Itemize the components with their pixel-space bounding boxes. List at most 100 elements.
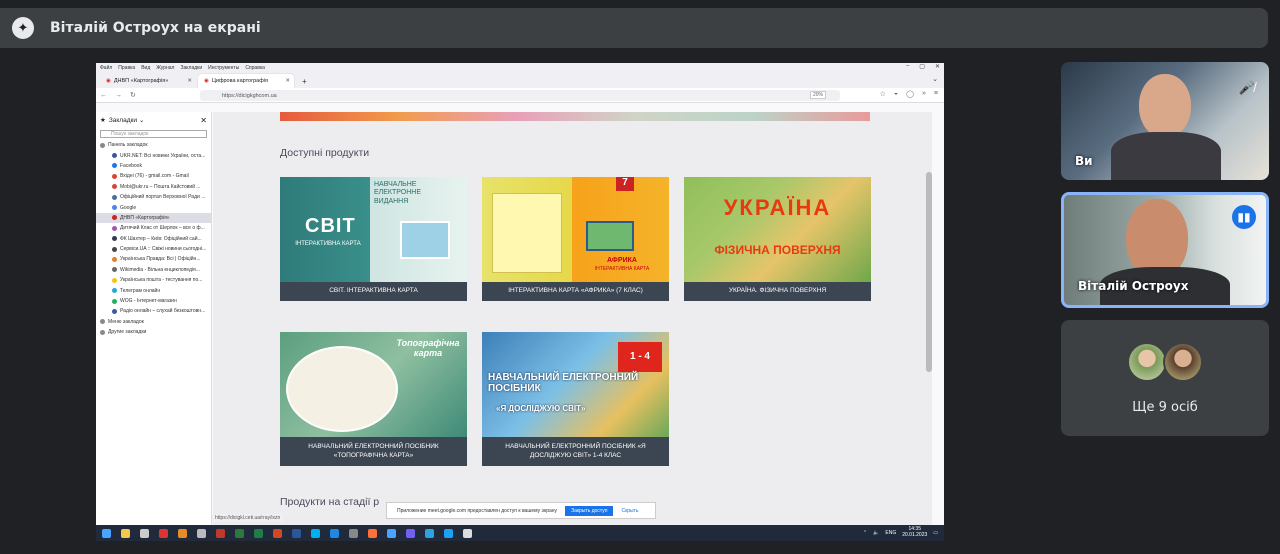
bookmark-item[interactable]: Панель закладок — [96, 140, 211, 150]
bookmark-item[interactable]: ДНВП «Картографія» — [96, 212, 211, 224]
bookmark-item[interactable]: UKR.NET: Всі новини України, оста... — [96, 150, 211, 160]
menu-help[interactable]: Справка — [245, 65, 265, 71]
menu-icon[interactable]: ≡ — [934, 90, 938, 98]
product-card-ukraine[interactable]: УКРАЇНА ФІЗИЧНА ПОВЕРХНЯ УКРАЇНА. ФІЗИЧН… — [684, 177, 871, 301]
favicon-icon — [112, 194, 117, 200]
product-card-africa[interactable]: 7 АФРИКА ІНТЕРАКТИВНА КАРТА ІНТЕРАКТИВНА… — [482, 177, 669, 301]
menu-edit[interactable]: Правка — [118, 65, 135, 71]
tab-kartografia[interactable]: ◉ ДНВП «Картографія» ✕ — [100, 74, 196, 88]
close-sidebar-icon[interactable]: ✕ — [200, 116, 207, 125]
bookmark-item[interactable]: WOG - Інтернет-магазин — [96, 296, 211, 306]
app-icon[interactable] — [197, 528, 206, 538]
bookmark-item[interactable]: Вхідні (76) - gmail.com - Gmail — [96, 171, 211, 181]
more-participants-tile[interactable]: Ще 9 осіб — [1061, 320, 1269, 436]
folder-icon — [100, 319, 105, 325]
bookmark-item[interactable]: Меню закладок — [96, 317, 211, 327]
address-bar[interactable]: https://dicigkghcom.ua — [200, 90, 840, 101]
stop-sharing-button[interactable]: Закрыть доступ — [565, 505, 614, 516]
bookmark-item[interactable]: Facebook — [96, 161, 211, 171]
publisher-icon[interactable] — [235, 528, 244, 538]
participant-figure — [1111, 132, 1221, 180]
app-icon[interactable] — [330, 528, 339, 538]
hide-notification-button[interactable]: Скрыть — [621, 508, 638, 514]
new-tab-icon[interactable]: + — [296, 74, 313, 88]
bookmark-list: Панель закладок UKR.NET: Всі новини Украї… — [96, 140, 211, 337]
maximize-icon[interactable]: ▢ — [919, 63, 925, 70]
page-scrollbar[interactable] — [926, 172, 932, 372]
bookmark-item[interactable]: Українська пошта - тестування по... — [96, 275, 211, 285]
bookmark-label: Google — [120, 204, 137, 211]
product-card-svit[interactable]: СВІТ ІНТЕРАКТИВНА КАРТА НАВЧАЛЬНЕ ЕЛЕКТР… — [280, 177, 467, 301]
bookmark-item[interactable]: Wikimedia - Вільна енциклопедія... — [96, 265, 211, 275]
telegram-icon[interactable] — [425, 528, 434, 538]
tray-lang[interactable]: ENG — [885, 530, 896, 536]
bookmark-item[interactable]: Дитячий Клас от Шерлок – все о ф... — [96, 223, 211, 233]
menu-tools[interactable]: Инструменты — [208, 65, 239, 71]
volume-icon[interactable]: 🔈 — [873, 530, 879, 536]
chrome-icon[interactable] — [463, 528, 472, 538]
app-icon[interactable] — [387, 528, 396, 538]
skype-icon[interactable] — [311, 528, 320, 538]
product-image-subtitle: ІНТЕРАКТИВНА КАРТА — [295, 241, 361, 247]
reload-icon[interactable]: ↻ — [130, 91, 136, 99]
app-icon[interactable] — [140, 528, 149, 538]
product-image-title: Топографічна карта — [396, 338, 460, 358]
tab-close-icon[interactable]: ✕ — [285, 78, 290, 84]
app-icon[interactable] — [178, 528, 187, 538]
menu-view[interactable]: Вид — [141, 65, 150, 71]
powerpoint-icon[interactable] — [273, 528, 282, 538]
tab-digital-cartography[interactable]: ◉ Цифрова картографія ✕ — [198, 74, 294, 88]
speaker-video-tile[interactable]: ▮▮ Віталій Остроух — [1061, 192, 1269, 308]
menu-bookmarks[interactable]: Закладки — [180, 65, 202, 71]
bookmark-item[interactable]: Радіо онлайн – слухай безкоштовн... — [96, 306, 211, 316]
bookmark-item[interactable]: Другие закладки — [96, 327, 211, 337]
close-window-icon[interactable]: ✕ — [935, 63, 940, 70]
pocket-icon[interactable]: ◒ — [894, 90, 898, 98]
minimize-icon[interactable]: – — [906, 63, 909, 70]
self-video-tile[interactable]: 🎤̸ Ви — [1061, 62, 1269, 180]
bookmark-item[interactable]: Офіційний портал Верховної Ради ... — [96, 192, 211, 202]
chevron-down-icon[interactable]: ⌄ — [139, 116, 144, 124]
excel-icon[interactable] — [254, 528, 263, 538]
screen-share-notification: Приложение meet.google.com предоставлен … — [386, 502, 656, 519]
product-image-title: СВІТ — [305, 215, 356, 237]
extensions-icon[interactable]: » — [922, 90, 926, 98]
star-icon[interactable]: ☆ — [880, 90, 886, 98]
bookmark-search-input[interactable]: Пошук закладок — [100, 130, 207, 138]
access-icon[interactable] — [216, 528, 225, 538]
firefox-icon[interactable] — [368, 528, 377, 538]
bookmark-label: UKR.NET: Всі новини України, оста... — [120, 152, 206, 159]
viber-icon[interactable] — [406, 528, 415, 538]
more-participants-label: Ще 9 осіб — [1132, 400, 1198, 415]
product-card-topographic[interactable]: Топографічна карта НАВЧАЛЬНИЙ ЕЛЕКТРОННИ… — [280, 332, 467, 466]
menu-file[interactable]: Файл — [100, 65, 112, 71]
bookmark-item[interactable]: Mobi@ukr.ru – Пошта Кайстовий ... — [96, 182, 211, 192]
sidebar-title[interactable]: Закладки — [109, 117, 137, 124]
zoom-level[interactable]: 20% — [810, 91, 827, 99]
account-icon[interactable]: ◯ — [906, 90, 914, 98]
tab-close-icon[interactable]: ✕ — [187, 78, 192, 84]
explorer-icon[interactable] — [121, 528, 130, 538]
favicon-icon — [112, 215, 117, 221]
bookmark-item[interactable]: Телеграм онлайн — [96, 285, 211, 295]
app-icon[interactable] — [444, 528, 453, 538]
menu-history[interactable]: Журнал — [156, 65, 174, 71]
pdf-icon[interactable] — [159, 528, 168, 538]
bookmark-item[interactable]: Українська Правда: Всі | Офіційн... — [96, 254, 211, 264]
forward-icon[interactable]: → — [115, 92, 122, 99]
notifications-icon[interactable]: ▭ — [933, 530, 938, 536]
bookmark-label: Вхідні (76) - gmail.com - Gmail — [120, 173, 189, 180]
tab-strip: ◉ ДНВП «Картографія» ✕ ◉ Цифрова картографі… — [96, 72, 944, 88]
chevron-down-icon[interactable]: ⌄ — [932, 75, 938, 83]
calculator-icon[interactable] — [349, 528, 358, 538]
product-card-explore-world[interactable]: 1 - 4 НАВЧАЛЬНИЙ ЕЛЕКТРОННИЙ ПОСІБНИК «Я… — [482, 332, 669, 466]
word-icon[interactable] — [292, 528, 301, 538]
bookmark-item[interactable]: ФК Шахтер – Київ: Офіційний сай... — [96, 234, 211, 244]
tray-chevron-icon[interactable]: ⌃ — [863, 530, 867, 536]
presenter-title: Віталій Остроух на екрані — [50, 20, 261, 36]
tray-clock[interactable]: 14:35 20.01.2023 — [902, 526, 927, 538]
bookmark-item[interactable]: Google — [96, 202, 211, 212]
start-icon[interactable] — [102, 528, 111, 538]
back-icon[interactable]: ← — [100, 92, 107, 99]
bookmark-item[interactable]: Сервіси.UA :: Свіжі новини сьогодні... — [96, 244, 211, 254]
